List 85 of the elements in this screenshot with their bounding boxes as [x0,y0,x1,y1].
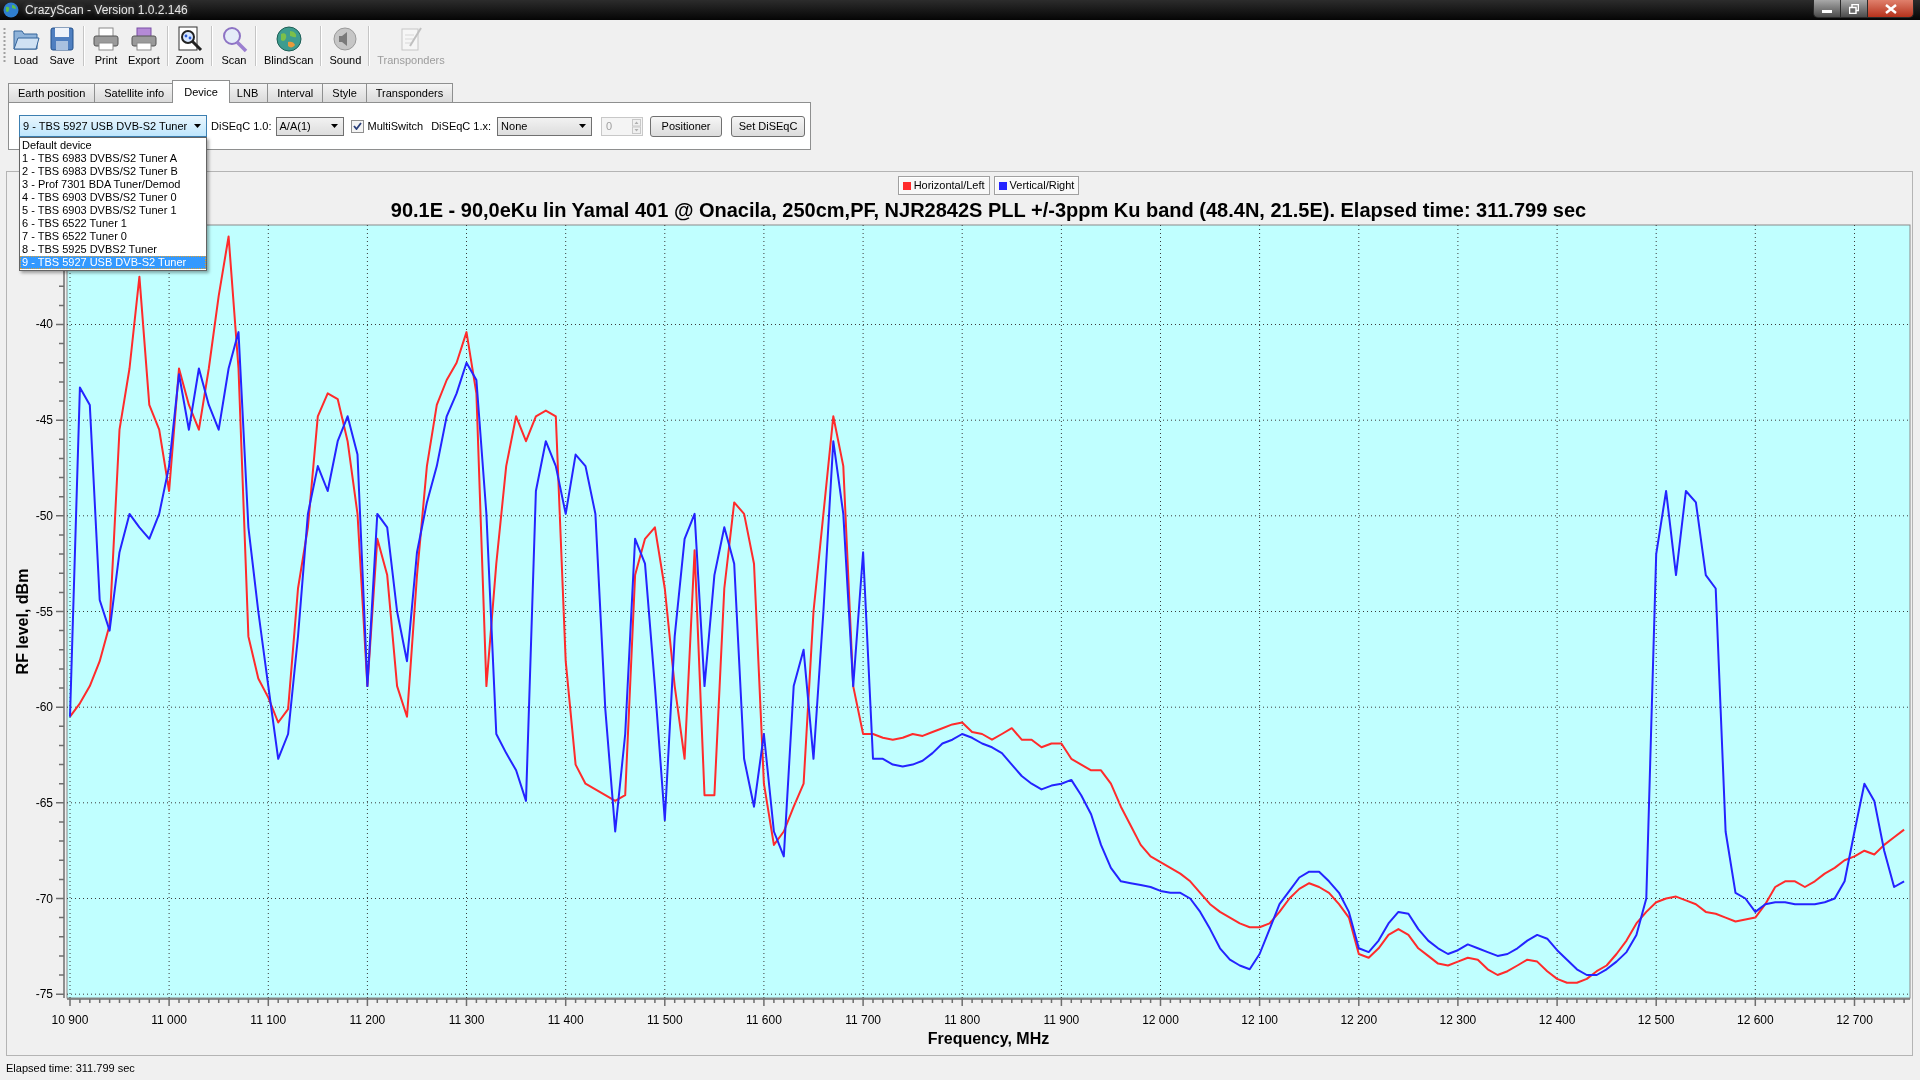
dropdown-option[interactable]: 7 - TBS 6522 Tuner 0 [20,230,206,243]
close-button[interactable] [1868,0,1914,18]
checkbox-label: MultiSwitch [367,118,424,134]
legend-label: Vertical/Right [1009,178,1075,194]
axis-tick-label: 11 500 [646,1013,683,1027]
axis-tick-label: -65 [35,795,53,810]
field-label: DiSEqC 1.0: [211,118,272,134]
toolbar-button[interactable]: Save [44,22,80,70]
dropdown-option[interactable]: Default device [20,139,206,152]
tab[interactable]: Satellite info [94,83,175,102]
printer-icon [92,25,120,53]
tab[interactable]: Device [172,80,230,103]
axis-tick-label: 12 200 [1340,1013,1378,1027]
action-button[interactable]: Set DiSEqC [731,115,806,137]
toolbar-button[interactable]: Sound [325,22,366,70]
toolbar-button[interactable]: Export [124,22,164,70]
axis-tick-label: 10 900 [51,1013,89,1027]
axis-tick-label: 11 300 [448,1013,485,1027]
toolbar-button[interactable]: Zoom [171,22,208,70]
caret-down-icon [194,124,201,128]
device-dropdown[interactable]: 9 - TBS 5927 USB DVB-S2 Tuner [19,115,207,137]
axis-tick-label: -45 [35,413,53,428]
field-label: DiSEqC 1.x: [431,118,492,134]
axis-tick-label: 12 500 [1637,1013,1675,1027]
dropdown-option[interactable]: 6 - TBS 6522 Tuner 1 [20,217,206,230]
minimize-button[interactable] [1813,0,1841,18]
tab[interactable]: Interval [267,83,324,102]
axis-tick-label: 11 200 [349,1013,386,1027]
axis-title: Frequency, MHz [927,1030,1050,1047]
axis-tick-label: 11 700 [845,1013,881,1027]
close-icon [1884,3,1897,14]
toolbar-button[interactable]: Scan [215,22,252,70]
dropdown-option[interactable]: 2 - TBS 6983 DVBS/S2 Tuner B [20,165,206,178]
toolbar-button[interactable]: Print [88,22,124,70]
globe-icon [274,25,303,53]
axis-tick-label: 12 300 [1439,1013,1477,1027]
caret-down-icon [579,124,587,128]
axis-tick-label: 11 000 [151,1013,187,1027]
caret-down-icon [330,124,338,128]
dropdown-option[interactable]: 8 - TBS 5925 DVBS2 Tuner [20,243,206,256]
legend-item[interactable]: Horizontal/Left [897,176,990,195]
axis-tick-label: 11 100 [250,1013,287,1027]
dropdown-option[interactable]: 1 - TBS 6983 DVBS/S2 Tuner A [20,152,206,165]
diseqc-dropdown[interactable]: A/A(1) [275,116,344,136]
axis-tick-label: 11 400 [547,1013,584,1027]
axis-tick-label: 12 600 [1737,1013,1774,1027]
tab[interactable]: Earth position [8,83,96,102]
toolbar-button[interactable]: BlindScan [259,22,318,70]
speaker-icon [331,25,360,53]
axis-tick-label: -70 [35,891,53,906]
spin-arrows-icon [632,118,642,134]
chart-title: 90.1E - 90,0eKu lin Yamal 401 @ Onacila, 250cm,PF, NJR2842S PLL +/-3ppm Ku band (48.4N, 21.5E). Elapsed time: 311.799 sec [390,198,1587,223]
axis-title: RF level, dBm [14,568,32,675]
window-title: CrazyScan - Version 1.0.2.146 [25,3,188,17]
legend-label: Horizontal/Left [913,178,985,194]
diseqc-dropdown[interactable]: None [497,116,593,136]
action-button[interactable]: Positioner [650,115,723,137]
checkbox[interactable] [350,119,364,133]
restore-icon [1849,3,1859,14]
axis-tick-label: -75 [35,987,53,1002]
axis-tick-label: -55 [35,604,53,619]
globe-icon [3,2,19,18]
axis-tick-label: 12 100 [1241,1013,1278,1027]
axis-tick-label: 11 900 [1043,1013,1080,1027]
axis-tick-label: -50 [35,508,53,523]
minimize-icon [1822,9,1832,13]
toolbar-button[interactable]: Load [8,22,44,70]
axis-tick-label: -40 [35,317,53,332]
axis-tick-label: 12 400 [1538,1013,1576,1027]
printer-icon [129,25,158,53]
axis-tick-label: 11 800 [944,1013,981,1027]
magnifier-icon [175,25,204,53]
axis-tick-label: 11 600 [746,1013,782,1027]
legend-item[interactable]: Vertical/Right [993,176,1080,195]
axis-tick-label: 12 700 [1836,1013,1873,1027]
status-text: Elapsed time: 311.799 sec [6,1060,135,1076]
axis-tick-label: 12 000 [1142,1013,1179,1027]
tab[interactable]: Transponders [365,83,454,102]
dropdown-option[interactable]: 3 - Prof 7301 BDA Tuner/Demod [20,178,206,191]
checkmark-icon [352,122,362,130]
dropdown-option[interactable]: 5 - TBS 6903 DVBS/S2 Tuner 1 [20,204,206,217]
axis-tick-label: -60 [35,700,53,715]
dropdown-option[interactable]: 4 - TBS 6903 DVBS/S2 Tuner 0 [20,191,206,204]
restore-button[interactable] [1841,0,1868,18]
tab[interactable]: Style [322,83,367,102]
